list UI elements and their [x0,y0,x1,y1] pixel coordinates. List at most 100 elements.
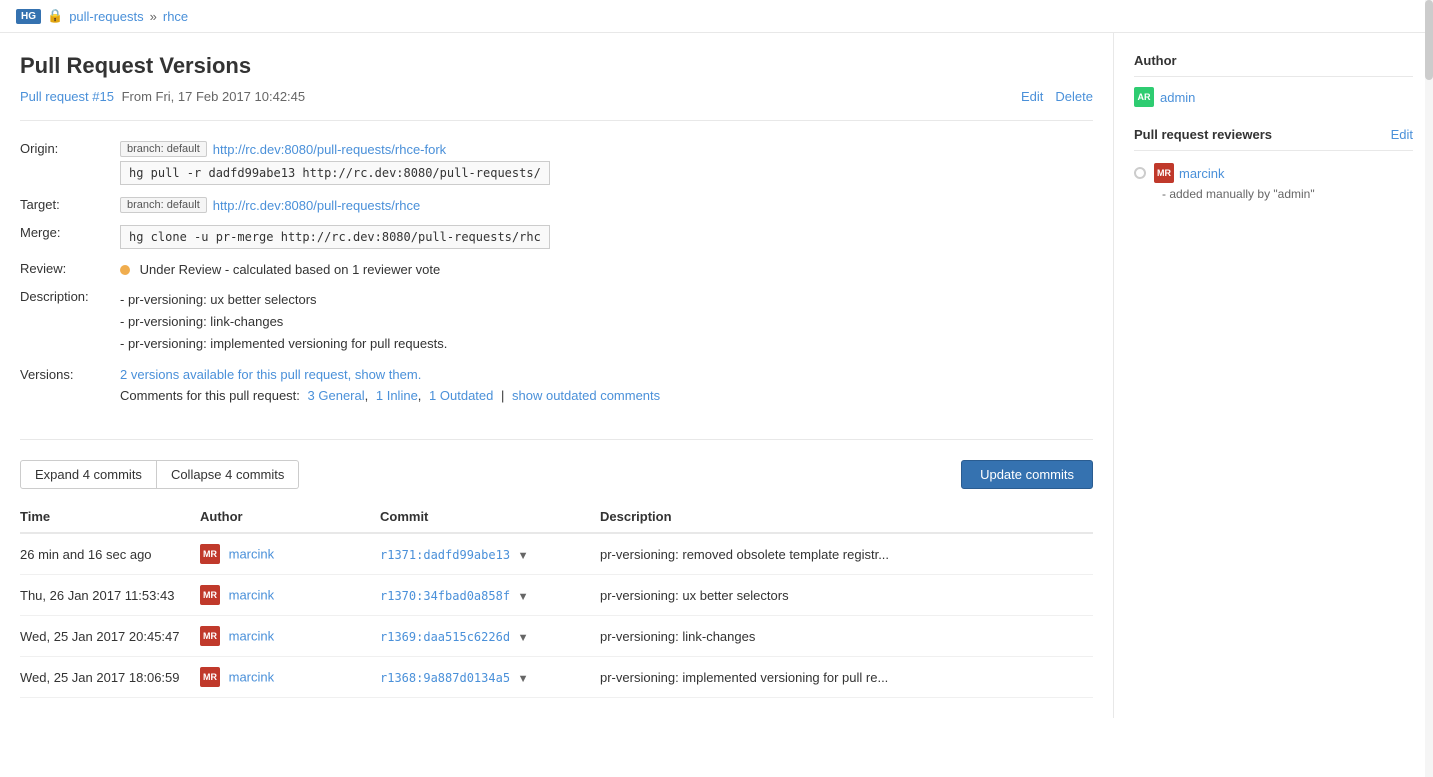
reviewer-avatar: MR [1154,163,1174,183]
target-branch-tag: branch: default [120,197,207,213]
origin-row: Origin: branch: default http://rc.dev:80… [20,135,1093,191]
author-row: AR admin [1134,87,1413,107]
merge-value [120,219,1093,255]
author-link[interactable]: marcink [229,670,275,685]
review-value: Under Review - calculated based on 1 rev… [120,255,1093,283]
comments-general-link[interactable]: 3 General [308,388,365,403]
scrollbar-thumb[interactable] [1425,0,1433,80]
sidebar: Author AR admin Pull request reviewers E… [1113,33,1433,718]
comments-inline-link[interactable]: 1 Inline [376,388,418,403]
origin-url-link[interactable]: http://rc.dev:8080/pull-requests/rhce-fo… [213,142,446,157]
reviewers-edit-link[interactable]: Edit [1391,127,1413,142]
merge-row: Merge: [20,219,1093,255]
col-author: Author [200,501,380,533]
origin-value: branch: default http://rc.dev:8080/pull-… [120,135,1093,191]
edit-pr-link[interactable]: Edit [1021,89,1043,104]
merge-label: Merge: [20,219,120,255]
commits-header: Time Author Commit Description [20,501,1093,533]
dropdown-arrow[interactable]: ▼ [518,673,529,685]
review-status-text: Under Review - calculated based on 1 rev… [140,262,441,277]
merge-command-input[interactable] [120,225,550,249]
commit-description: pr-versioning: ux better selectors [600,575,1093,616]
commit-author: MR marcink [200,533,380,575]
expand-commits-btn[interactable]: Expand 4 commits [20,460,157,489]
commits-table: Time Author Commit Description 26 min an… [20,501,1093,698]
reviewer-row: MR marcink [1134,163,1413,183]
commit-id: r1369:daa515c6226d ▼ [380,616,600,657]
table-row: Wed, 25 Jan 2017 18:06:59 MR marcink r13… [20,657,1093,698]
reviewers-section: Pull request reviewers Edit MR marcink -… [1134,127,1413,201]
versions-row: Versions: 2 versions available for this … [20,361,1093,409]
commit-link[interactable]: r1370:34fbad0a858f [380,589,510,603]
review-status-dot [120,265,130,275]
delete-pr-link[interactable]: Delete [1055,89,1093,104]
commit-link[interactable]: r1369:daa515c6226d [380,630,510,644]
pr-link[interactable]: Pull request #15 [20,89,114,104]
commit-id: r1371:dadfd99abe13 ▼ [380,533,600,575]
commit-time: Wed, 25 Jan 2017 18:06:59 [20,657,200,698]
comments-inline-sep: , [418,388,422,403]
scrollbar-track [1425,0,1433,777]
admin-link[interactable]: admin [1160,90,1195,105]
desc-line-3: - pr-versioning: implemented versioning … [120,333,1093,355]
commits-toolbar: Expand 4 commits Collapse 4 commits Upda… [20,439,1093,489]
commit-link[interactable]: r1371:dadfd99abe13 [380,548,510,562]
commit-link[interactable]: r1368:9a887d0134a5 [380,671,510,685]
repo1-link[interactable]: pull-requests [69,9,143,24]
top-divider [20,120,1093,121]
origin-label: Origin: [20,135,120,191]
reviewers-divider [1134,150,1413,151]
table-row: Wed, 25 Jan 2017 20:45:47 MR marcink r13… [20,616,1093,657]
author-link[interactable]: marcink [229,629,275,644]
table-row: 26 min and 16 sec ago MR marcink r1371:d… [20,533,1093,575]
hg-badge: HG [16,9,41,24]
commit-time: Thu, 26 Jan 2017 11:53:43 [20,575,200,616]
commit-author: MR marcink [200,575,380,616]
dropdown-arrow[interactable]: ▼ [518,591,529,603]
comments-outdated-sep: | [501,388,504,403]
pr-from-text: From Fri, 17 Feb 2017 10:42:45 [122,89,306,104]
commit-time: 26 min and 16 sec ago [20,533,200,575]
versions-link[interactable]: 2 versions available for this pull reque… [120,367,421,382]
table-row: Thu, 26 Jan 2017 11:53:43 MR marcink r13… [20,575,1093,616]
commit-id: r1368:9a887d0134a5 ▼ [380,657,600,698]
page-title: Pull Request Versions [20,53,1093,79]
versions-value: 2 versions available for this pull reque… [120,361,1093,409]
pr-meta-left: Pull request #15 From Fri, 17 Feb 2017 1… [20,89,305,104]
origin-command-input[interactable] [120,161,550,185]
versions-label: Versions: [20,361,120,409]
content-area: Pull Request Versions Pull request #15 F… [0,33,1113,718]
dropdown-arrow[interactable]: ▼ [518,632,529,644]
author-divider [1134,76,1413,77]
author-section: Author AR admin [1134,53,1413,107]
comments-line: Comments for this pull request: 3 Genera… [120,388,1093,403]
author-avatar: MR [200,544,220,564]
reviewers-header-row: Pull request reviewers Edit [1134,127,1413,142]
review-row: Review: Under Review - calculated based … [20,255,1093,283]
target-row: Target: branch: default http://rc.dev:80… [20,191,1093,219]
show-outdated-link[interactable]: show outdated comments [512,388,660,403]
reviewer-status-dot [1134,167,1146,179]
pr-meta-row: Pull request #15 From Fri, 17 Feb 2017 1… [20,89,1093,104]
target-url-link[interactable]: http://rc.dev:8080/pull-requests/rhce [213,198,420,213]
commit-description: pr-versioning: removed obsolete template… [600,533,1093,575]
reviewer-note: - added manually by "admin" [1162,187,1413,201]
reviewer-name-link[interactable]: marcink [1179,166,1225,181]
repo2-link[interactable]: rhce [163,9,188,24]
target-value: branch: default http://rc.dev:8080/pull-… [120,191,1093,219]
top-bar: HG 🔒 pull-requests » rhce [0,0,1433,33]
commit-description: pr-versioning: link-changes [600,616,1093,657]
dropdown-arrow[interactable]: ▼ [518,550,529,562]
description-row: Description: - pr-versioning: ux better … [20,283,1093,361]
commit-description: pr-versioning: implemented versioning fo… [600,657,1093,698]
collapse-commits-btn[interactable]: Collapse 4 commits [157,460,299,489]
breadcrumb-sep: » [150,9,157,24]
author-link[interactable]: marcink [229,547,275,562]
pr-actions: Edit Delete [1021,89,1093,104]
comments-outdated-link[interactable]: 1 Outdated [429,388,493,403]
comments-general-sep: , [365,388,369,403]
update-commits-btn[interactable]: Update commits [961,460,1093,489]
reviewers-title: Pull request reviewers [1134,127,1272,142]
author-link[interactable]: marcink [229,588,275,603]
lock-icon: 🔒 [47,8,63,24]
